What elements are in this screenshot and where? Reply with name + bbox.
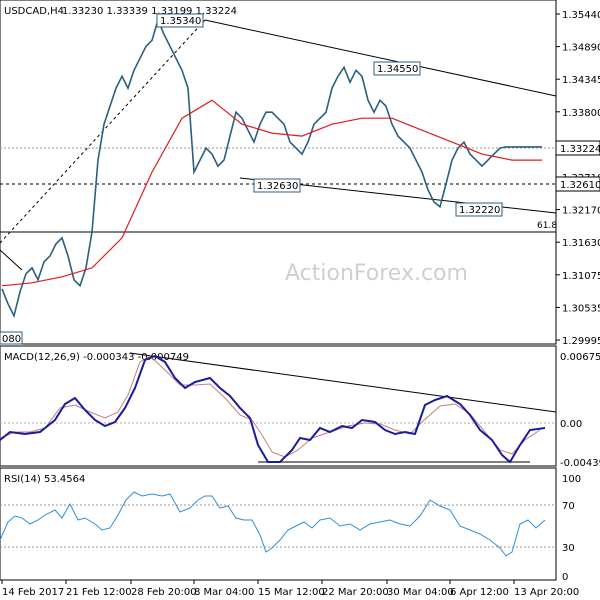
- price-tick-label: 1.35440: [562, 10, 600, 21]
- macd-tick-label: 0.006754: [560, 352, 600, 363]
- svg-text:080: 080: [2, 334, 21, 345]
- svg-text:1.33224: 1.33224: [560, 144, 600, 155]
- x-tick-label: 28 Feb 20:00: [131, 587, 197, 598]
- svg-text:1.35340: 1.35340: [160, 16, 201, 27]
- price-tick-label: 1.31075: [562, 271, 600, 282]
- macd-axis: 0.006754 0.00 -0.004399: [560, 352, 600, 469]
- x-tick-label: 22 Mar 20:00: [322, 587, 389, 598]
- rsi-tick-label: 100: [562, 474, 581, 485]
- rsi-tick-label: 0: [562, 572, 568, 583]
- x-axis: 14 Feb 2017 21 Feb 12:00 28 Feb 20:008 Mar…: [1, 580, 579, 598]
- price-tick-label: 1.32170: [562, 206, 600, 217]
- macd-tick-label: 0.00: [560, 419, 582, 430]
- x-tick-label: 14 Feb 2017: [2, 587, 64, 598]
- chart-ohlc: 1.33230 1.33339 1.33199 1.33224: [62, 6, 237, 17]
- annotation-high-2: 1.34550: [373, 61, 421, 76]
- x-tick-label: 21 Feb 12:00: [66, 587, 132, 598]
- rsi-axis: 100 70 30 0: [562, 474, 581, 583]
- price-tick-label: 1.29995: [562, 336, 600, 347]
- x-tick-label: 8 Mar 04:00: [194, 587, 254, 598]
- marked-price-tag: 1.32610: [555, 176, 600, 192]
- price-tick-label: 1.33800: [562, 108, 600, 119]
- chart-root: USDCAD,H4 1.33230 1.33339 1.33199 1.3322…: [0, 0, 600, 598]
- chart-header: USDCAD,H4: [4, 6, 64, 17]
- x-tick-label: 15 Mar 12:00: [258, 587, 325, 598]
- annotation-high-1: 1.35340: [156, 13, 204, 28]
- rsi-tick-label: 70: [562, 501, 575, 512]
- price-tick-label: 1.34890: [562, 43, 600, 54]
- annotation-left-low: 080: [0, 331, 23, 345]
- macd-panel: [0, 345, 557, 467]
- rsi-label: RSI(14) 53.4564: [4, 474, 85, 485]
- rsi-tick-label: 30: [562, 543, 575, 554]
- price-panel: [0, 0, 557, 345]
- current-price-tag: 1.33224: [555, 140, 600, 156]
- fib-label: 61.8: [537, 221, 557, 231]
- svg-text:1.32220: 1.32220: [459, 205, 500, 216]
- svg-text:1.32610: 1.32610: [560, 180, 600, 191]
- annotation-low-1: 1.32630: [253, 178, 301, 193]
- price-tick-label: 1.30535: [562, 303, 600, 314]
- x-tick-label: 6 Apr 12:00: [450, 587, 509, 598]
- macd-tick-label: -0.004399: [560, 458, 600, 469]
- price-tick-label: 1.31630: [562, 238, 600, 249]
- price-tick-label: 1.34345: [562, 75, 600, 86]
- x-tick-label: 30 Mar 04:00: [387, 587, 454, 598]
- svg-text:1.32630: 1.32630: [257, 181, 298, 192]
- watermark: ActionForex.com: [285, 261, 468, 286]
- annotation-low-2: 1.32220: [455, 202, 503, 217]
- x-tick-label: 13 Apr 20:00: [514, 587, 579, 598]
- svg-text:1.34550: 1.34550: [377, 64, 418, 75]
